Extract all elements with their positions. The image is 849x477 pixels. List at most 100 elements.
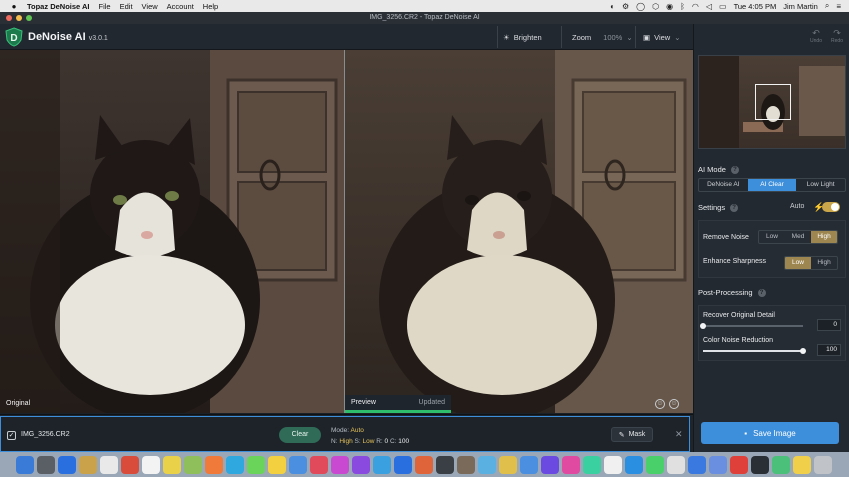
color-noise-value[interactable]: 100	[817, 344, 841, 356]
menu-edit[interactable]: Edit	[120, 2, 133, 11]
help-icon[interactable]: ?	[730, 165, 739, 174]
dock-app-icon[interactable]	[499, 455, 517, 474]
dock-app-icon[interactable]	[226, 455, 244, 474]
navigator-viewport[interactable]	[755, 84, 791, 120]
ai-mode-ai-clear[interactable]: AI Clear	[747, 179, 797, 191]
auto-toggle[interactable]	[822, 202, 840, 212]
dock-app-icon[interactable]	[331, 455, 349, 474]
dock-app-icon[interactable]	[793, 455, 811, 474]
bluetooth-icon[interactable]: ᛒ	[680, 2, 685, 11]
dock-app-icon[interactable]	[205, 455, 223, 474]
dock-app-icon[interactable]	[688, 455, 706, 474]
status-icon-3[interactable]: ◯	[636, 2, 645, 11]
status-icon-5[interactable]: ◉	[666, 2, 673, 11]
dock-app-icon[interactable]	[79, 455, 97, 474]
remove-file-icon[interactable]: ✕	[675, 429, 683, 440]
remove-noise-high[interactable]: High	[811, 231, 837, 243]
dock-app-icon[interactable]	[436, 455, 454, 474]
color-noise-handle[interactable]	[800, 348, 806, 354]
minimize-window-button[interactable]	[16, 15, 22, 21]
wifi-icon[interactable]: ◠	[692, 2, 699, 11]
status-icon-2[interactable]: ⚙	[622, 2, 629, 11]
dock-app-icon[interactable]	[541, 455, 559, 474]
help-icon[interactable]: ?	[730, 203, 739, 212]
dock-app-icon[interactable]	[667, 455, 685, 474]
dock-app-icon[interactable]	[352, 455, 370, 474]
recover-detail-handle[interactable]	[700, 323, 706, 329]
dock-app-icon[interactable]	[751, 455, 769, 474]
undo-button[interactable]: ↶ Undo	[807, 28, 825, 44]
dock-app-icon[interactable]	[268, 455, 286, 474]
dock-app-icon[interactable]	[100, 455, 118, 474]
menu-app-name[interactable]: Topaz DeNoise AI	[27, 2, 90, 11]
dock-app-icon[interactable]	[247, 455, 265, 474]
dock-app-icon[interactable]	[16, 455, 34, 474]
ai-mode-low-light[interactable]: Low Light	[796, 179, 845, 191]
dock-app-icon[interactable]	[121, 455, 139, 474]
dock-app-icon[interactable]	[457, 455, 475, 474]
dock-app-icon[interactable]	[37, 455, 55, 474]
dock-app-icon[interactable]	[625, 455, 643, 474]
zoom-window-button[interactable]	[26, 15, 32, 21]
remove-noise-low[interactable]: Low	[759, 231, 785, 243]
dock-app-icon[interactable]	[646, 455, 664, 474]
navigator-thumbnail[interactable]	[698, 55, 846, 149]
dock-app-icon[interactable]	[163, 455, 181, 474]
view-layout-icon: ▣	[643, 32, 651, 42]
dock-app-icon[interactable]	[583, 455, 601, 474]
zoom-dropdown[interactable]: Zoom 100% ⌄	[572, 29, 633, 45]
dock-app-icon[interactable]	[289, 455, 307, 474]
menubar-user[interactable]: Jim Martin	[783, 2, 818, 11]
dock-app-icon[interactable]	[58, 455, 76, 474]
clear-button[interactable]: Clear	[279, 427, 321, 443]
menu-help[interactable]: Help	[203, 2, 218, 11]
brighten-button[interactable]: ☀ Brighten	[503, 29, 542, 45]
dock-app-icon[interactable]	[373, 455, 391, 474]
face-detect-icon[interactable]: ☺	[669, 399, 679, 409]
redo-button[interactable]: ↷ Redo	[828, 28, 846, 44]
recover-detail-slider[interactable]	[700, 323, 803, 329]
file-row[interactable]: ✓ IMG_3256.CR2 Clear Mode: Auto N: High …	[0, 416, 690, 452]
view-dropdown[interactable]: ▣ View ⌄	[643, 29, 681, 45]
face-smile-icon[interactable]: ☺	[655, 399, 665, 409]
dock-app-icon[interactable]	[394, 455, 412, 474]
apple-menu-icon[interactable]: ●	[10, 2, 18, 11]
search-icon[interactable]: ⌕	[825, 1, 829, 11]
mask-button[interactable]: ✎ Mask	[611, 427, 653, 442]
help-icon[interactable]: ?	[757, 288, 766, 297]
battery-icon[interactable]: ▭	[719, 2, 727, 11]
menu-account[interactable]: Account	[167, 2, 194, 11]
menu-file[interactable]: File	[99, 2, 111, 11]
dock-app-icon[interactable]	[730, 455, 748, 474]
color-noise-slider[interactable]	[703, 348, 806, 354]
recover-detail-value[interactable]: 0	[817, 319, 841, 331]
volume-icon[interactable]: ◁	[706, 2, 712, 11]
dock-app-icon[interactable]	[478, 455, 496, 474]
file-checkbox[interactable]: ✓	[7, 431, 16, 440]
preview-status-bar: Preview Updated	[345, 395, 451, 413]
dock-app-icon[interactable]	[709, 455, 727, 474]
dock-app-icon[interactable]	[772, 455, 790, 474]
control-center-icon[interactable]: ≡	[836, 2, 841, 11]
save-image-button[interactable]: ▪ Save Image	[701, 422, 839, 444]
image-viewer[interactable]: Original Preview Updated ☺ ☺	[0, 50, 693, 413]
dock-app-icon[interactable]	[142, 455, 160, 474]
enhance-sharpness-low[interactable]: Low	[785, 257, 811, 269]
post-processing-panel: Recover Original Detail 0 Color Noise Re…	[698, 305, 846, 361]
enhance-sharpness-high[interactable]: High	[811, 257, 837, 269]
dock-app-icon[interactable]	[520, 455, 538, 474]
dock-app-icon[interactable]	[415, 455, 433, 474]
dock-app-icon[interactable]	[184, 455, 202, 474]
menu-view[interactable]: View	[142, 2, 158, 11]
ai-mode-denoise[interactable]: DeNoise AI	[699, 179, 748, 191]
status-icon-4[interactable]: ⬡	[652, 2, 659, 11]
dock-app-icon[interactable]	[604, 455, 622, 474]
close-window-button[interactable]	[6, 15, 12, 21]
dock-app-icon[interactable]	[562, 455, 580, 474]
status-icon-1[interactable]: ◐	[610, 2, 615, 11]
dock-app-icon[interactable]	[310, 455, 328, 474]
menubar-clock[interactable]: Tue 4:05 PM	[734, 2, 777, 11]
file-queue-bar: ✓ IMG_3256.CR2 Clear Mode: Auto N: High …	[0, 414, 693, 452]
remove-noise-med[interactable]: Med	[785, 231, 811, 243]
dock-app-icon[interactable]	[814, 455, 832, 474]
